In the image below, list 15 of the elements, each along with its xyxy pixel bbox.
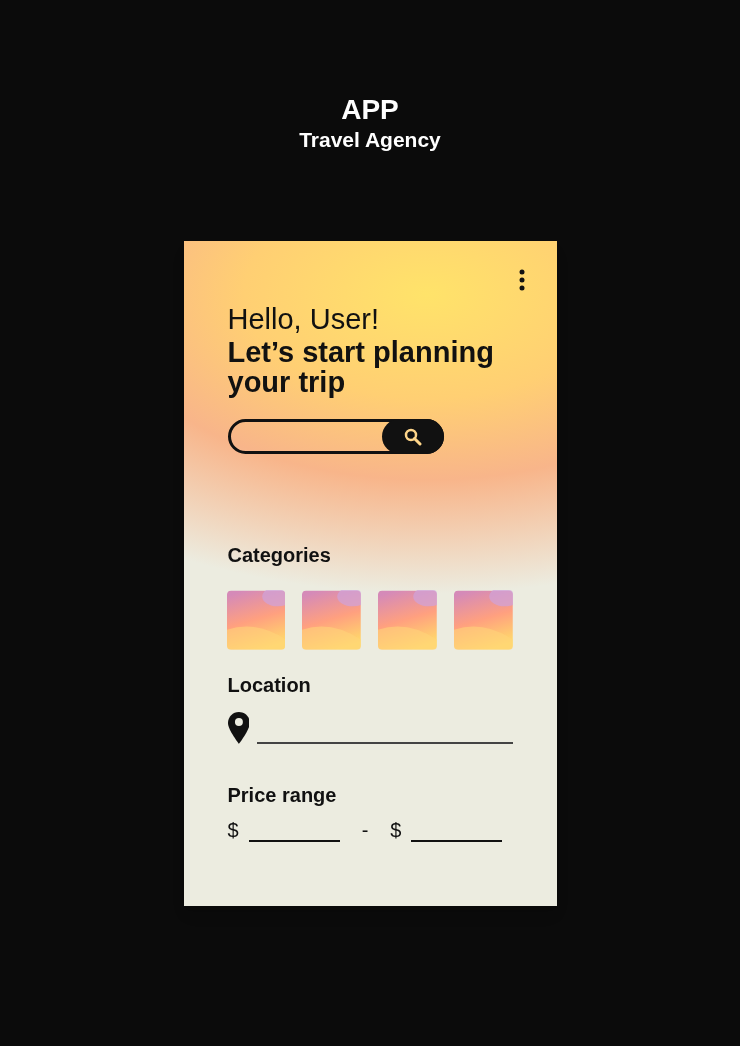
search-icon — [403, 427, 422, 446]
section-title: Location — [227, 673, 312, 698]
greeting: Hello, User! — [227, 302, 380, 337]
more-menu-icon[interactable] — [518, 269, 525, 291]
range-separator: - — [361, 818, 369, 842]
search-button[interactable] — [381, 419, 444, 454]
poster-subtitle: Travel Agency — [299, 127, 441, 153]
currency-symbol: $ — [227, 818, 239, 842]
map-pin-icon — [227, 712, 250, 744]
poster-title: APP — [341, 94, 399, 126]
currency-symbol: $ — [390, 818, 402, 842]
headline: Let’s start planning your trip — [227, 337, 495, 397]
section-title: Price range — [227, 783, 338, 808]
section-title: Categories — [227, 543, 332, 568]
search-field[interactable] — [227, 419, 444, 454]
